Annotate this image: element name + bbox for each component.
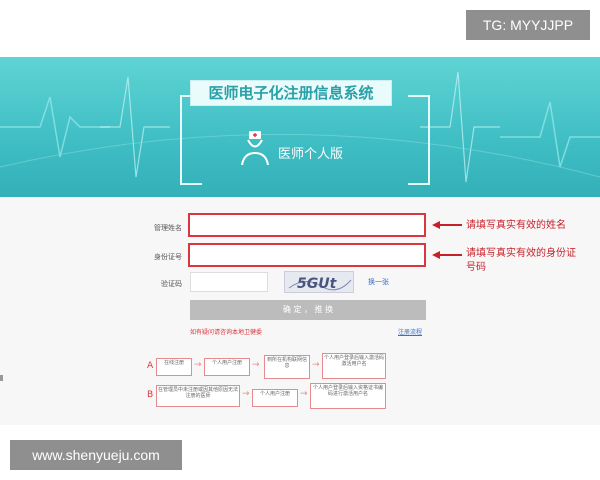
header-banner: 医师电子化注册信息系统 医师个人版 <box>0 57 600 197</box>
registration-screen: 医师电子化注册信息系统 医师个人版 管理姓名 身份证号 验证码 5GUt 换一张… <box>0 57 600 425</box>
edge-marker <box>0 375 3 381</box>
tg-watermark: TG: MYYJJPP <box>466 10 590 40</box>
frame-left <box>180 95 202 185</box>
flow-b-step-1: 在管理员中未注册或因其他原因无法注册的医师 <box>156 385 240 407</box>
arrow-right-icon: → <box>312 360 320 370</box>
page: TG: MYYJJPP 医师电子化注册信息系统 医师个人版 管理姓名 身份证号 … <box>0 0 600 480</box>
arrow-right-icon: → <box>252 360 260 370</box>
heartbeat-lines-icon <box>0 71 600 183</box>
arrow-right-icon: → <box>300 389 308 399</box>
system-title: 医师电子化注册信息系统 <box>190 80 392 106</box>
page-subtitle: 医师个人版 <box>278 147 344 162</box>
arrow-right-icon: → <box>194 360 202 370</box>
flow-b-step-2: 个人用户注册 <box>252 389 298 407</box>
flow-a-step-3: 到所在机构联网信息 <box>264 355 310 379</box>
flow-a-step-2: 个人用户注册 <box>204 358 250 376</box>
flow-b-step-3: 个人用户登录后输入资格证书编码进行激活用户名 <box>310 383 386 409</box>
flow-a-step-4: 个人用户登录后输入激活码激活用户名 <box>322 353 386 379</box>
flow-b-letter: B <box>147 390 154 400</box>
frame-right <box>408 95 430 185</box>
site-watermark: www.shenyueju.com <box>10 440 182 470</box>
flow-a-step-1: 在线注册 <box>156 358 192 376</box>
flow-a-letter: A <box>147 361 154 371</box>
arrow-right-icon: → <box>242 389 250 399</box>
registration-flowchart: A 在线注册 → 个人用户注册 → 到所在机构联网信息 → 个人用户登录后输入激… <box>0 197 600 425</box>
login-form: 管理姓名 身份证号 验证码 5GUt 换一张 确 定 ， 推 换 如有疑问请咨询… <box>0 197 600 425</box>
doctor-icon <box>241 131 269 166</box>
